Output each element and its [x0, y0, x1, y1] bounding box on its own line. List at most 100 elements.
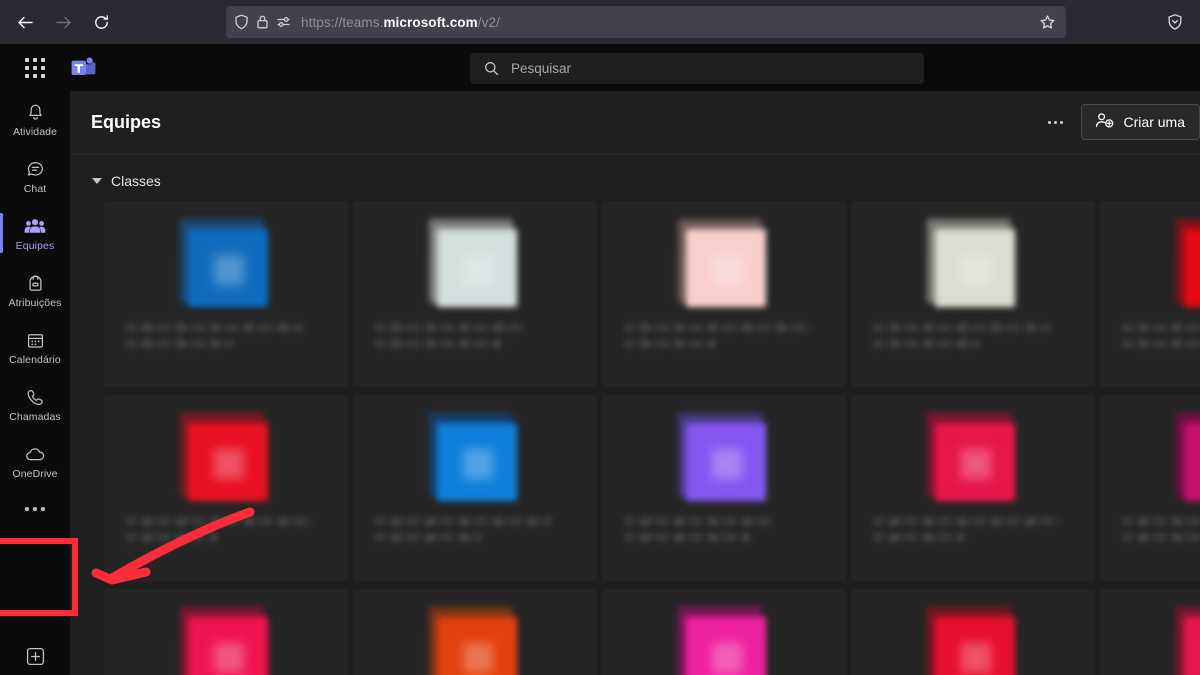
team-card[interactable]	[851, 395, 1095, 581]
team-avatar	[180, 219, 268, 307]
shield-chevron-icon[interactable]	[1158, 5, 1192, 39]
url-text: https://teams.microsoft.com/v2/	[301, 15, 500, 30]
sidebar-item-calendario[interactable]: Calendário	[0, 319, 70, 376]
team-name-redacted	[126, 323, 332, 355]
create-team-button[interactable]: Criar uma	[1080, 104, 1200, 140]
cloud-icon	[25, 444, 46, 466]
sidebar-item-chat[interactable]: Chat	[0, 148, 70, 205]
team-avatar	[1176, 219, 1200, 307]
header-more-button[interactable]	[1041, 107, 1071, 137]
chevron-down-icon[interactable]	[92, 178, 102, 184]
team-card[interactable]	[602, 589, 846, 675]
app-grid-icon[interactable]	[22, 56, 48, 80]
team-card[interactable]	[353, 395, 597, 581]
sidebar-item-label: OneDrive	[12, 467, 58, 480]
search-input[interactable]: Pesquisar	[470, 53, 924, 84]
screenshot-root: https://teams.microsoft.com/v2/ Pesquisa…	[0, 0, 1200, 675]
team-avatar-image	[437, 229, 517, 307]
permissions-sliders-icon[interactable]	[276, 14, 292, 30]
team-avatar-image	[686, 617, 766, 675]
sidebar-item-chamadas[interactable]: Chamadas	[0, 376, 70, 433]
team-card[interactable]	[104, 395, 348, 581]
sidebar-item-aplicativos[interactable]: Aplicativos	[6, 635, 64, 675]
redacted-text-line	[624, 323, 812, 332]
star-icon[interactable]	[1032, 9, 1062, 35]
team-name-redacted	[873, 323, 1079, 355]
page-header-actions: Criar uma	[1041, 104, 1200, 140]
team-avatar	[927, 413, 1015, 501]
team-card[interactable]	[1100, 395, 1200, 581]
team-avatar-image	[935, 423, 1015, 501]
url-domain: microsoft.com	[383, 14, 478, 30]
team-name-redacted	[375, 323, 581, 355]
page-title: Equipes	[91, 112, 162, 132]
team-card[interactable]	[1100, 589, 1200, 675]
shield-icon[interactable]	[234, 14, 249, 30]
reload-button[interactable]	[84, 5, 118, 39]
team-card[interactable]	[104, 201, 348, 387]
team-name-redacted	[375, 517, 581, 549]
team-card[interactable]	[851, 201, 1095, 387]
sidebar-item-equipes[interactable]: Equipes	[0, 205, 70, 262]
create-team-label: Criar uma	[1123, 114, 1185, 130]
more-ellipsis-icon[interactable]	[0, 490, 70, 528]
team-avatar-image	[686, 423, 766, 501]
sidebar-item-label: Chat	[23, 182, 47, 195]
redacted-text-line	[1122, 533, 1200, 542]
search-placeholder: Pesquisar	[511, 61, 572, 76]
person-add-icon	[1095, 112, 1114, 132]
redacted-text-line	[126, 323, 304, 332]
team-avatar	[429, 607, 517, 675]
search-icon	[484, 61, 499, 76]
redacted-text-line	[624, 339, 715, 348]
sidebar-item-label: Equipes	[15, 239, 55, 252]
teams-logo-icon	[70, 56, 96, 85]
sidebar-item-label: Atribuições	[8, 296, 62, 309]
redacted-text-line	[1122, 517, 1200, 526]
team-avatar	[1176, 607, 1200, 675]
team-avatar-image	[437, 617, 517, 675]
team-name-redacted	[126, 517, 332, 549]
chat-icon	[26, 159, 45, 181]
redacted-text-line	[873, 533, 964, 542]
padlock-icon[interactable]	[256, 14, 269, 30]
team-avatar-image	[935, 229, 1015, 307]
team-card[interactable]	[1100, 201, 1200, 387]
browser-nav-buttons	[8, 5, 118, 39]
team-avatar-image	[686, 229, 766, 307]
section-classes-header[interactable]: Classes	[92, 163, 1200, 199]
team-avatar	[180, 413, 268, 501]
redacted-text-line	[126, 339, 234, 348]
url-prefix: https://teams.	[301, 14, 384, 30]
team-avatar	[429, 219, 517, 307]
team-card[interactable]	[353, 201, 597, 387]
sidebar-item-onedrive[interactable]: OneDrive	[0, 433, 70, 490]
redacted-text-line	[1122, 339, 1200, 348]
team-avatar-image	[188, 617, 268, 675]
redacted-text-line	[126, 517, 314, 526]
team-card[interactable]	[851, 589, 1095, 675]
team-avatar	[927, 607, 1015, 675]
redacted-text-line	[873, 517, 1061, 526]
team-avatar-image	[1184, 423, 1200, 501]
redacted-text-line	[873, 323, 1051, 332]
team-card[interactable]	[602, 201, 846, 387]
team-avatar	[678, 219, 766, 307]
page-header: Equipes Criar uma	[70, 91, 1200, 155]
team-card[interactable]	[353, 589, 597, 675]
team-avatar-image	[1184, 617, 1200, 675]
url-suffix: /v2/	[477, 14, 500, 30]
redacted-text-line	[375, 339, 501, 348]
team-card[interactable]	[602, 395, 846, 581]
bell-icon	[26, 102, 45, 124]
team-avatar-image	[437, 423, 517, 501]
sidebar-item-atribuicoes[interactable]: Atribuições	[0, 262, 70, 319]
url-bar[interactable]: https://teams.microsoft.com/v2/	[226, 6, 1066, 38]
team-avatar	[678, 413, 766, 501]
team-avatar	[678, 607, 766, 675]
forward-button[interactable]	[46, 5, 80, 39]
team-card[interactable]	[104, 589, 348, 675]
back-button[interactable]	[8, 5, 42, 39]
sidebar-item-atividade[interactable]: Atividade	[0, 91, 70, 148]
calendar-icon	[26, 330, 45, 352]
